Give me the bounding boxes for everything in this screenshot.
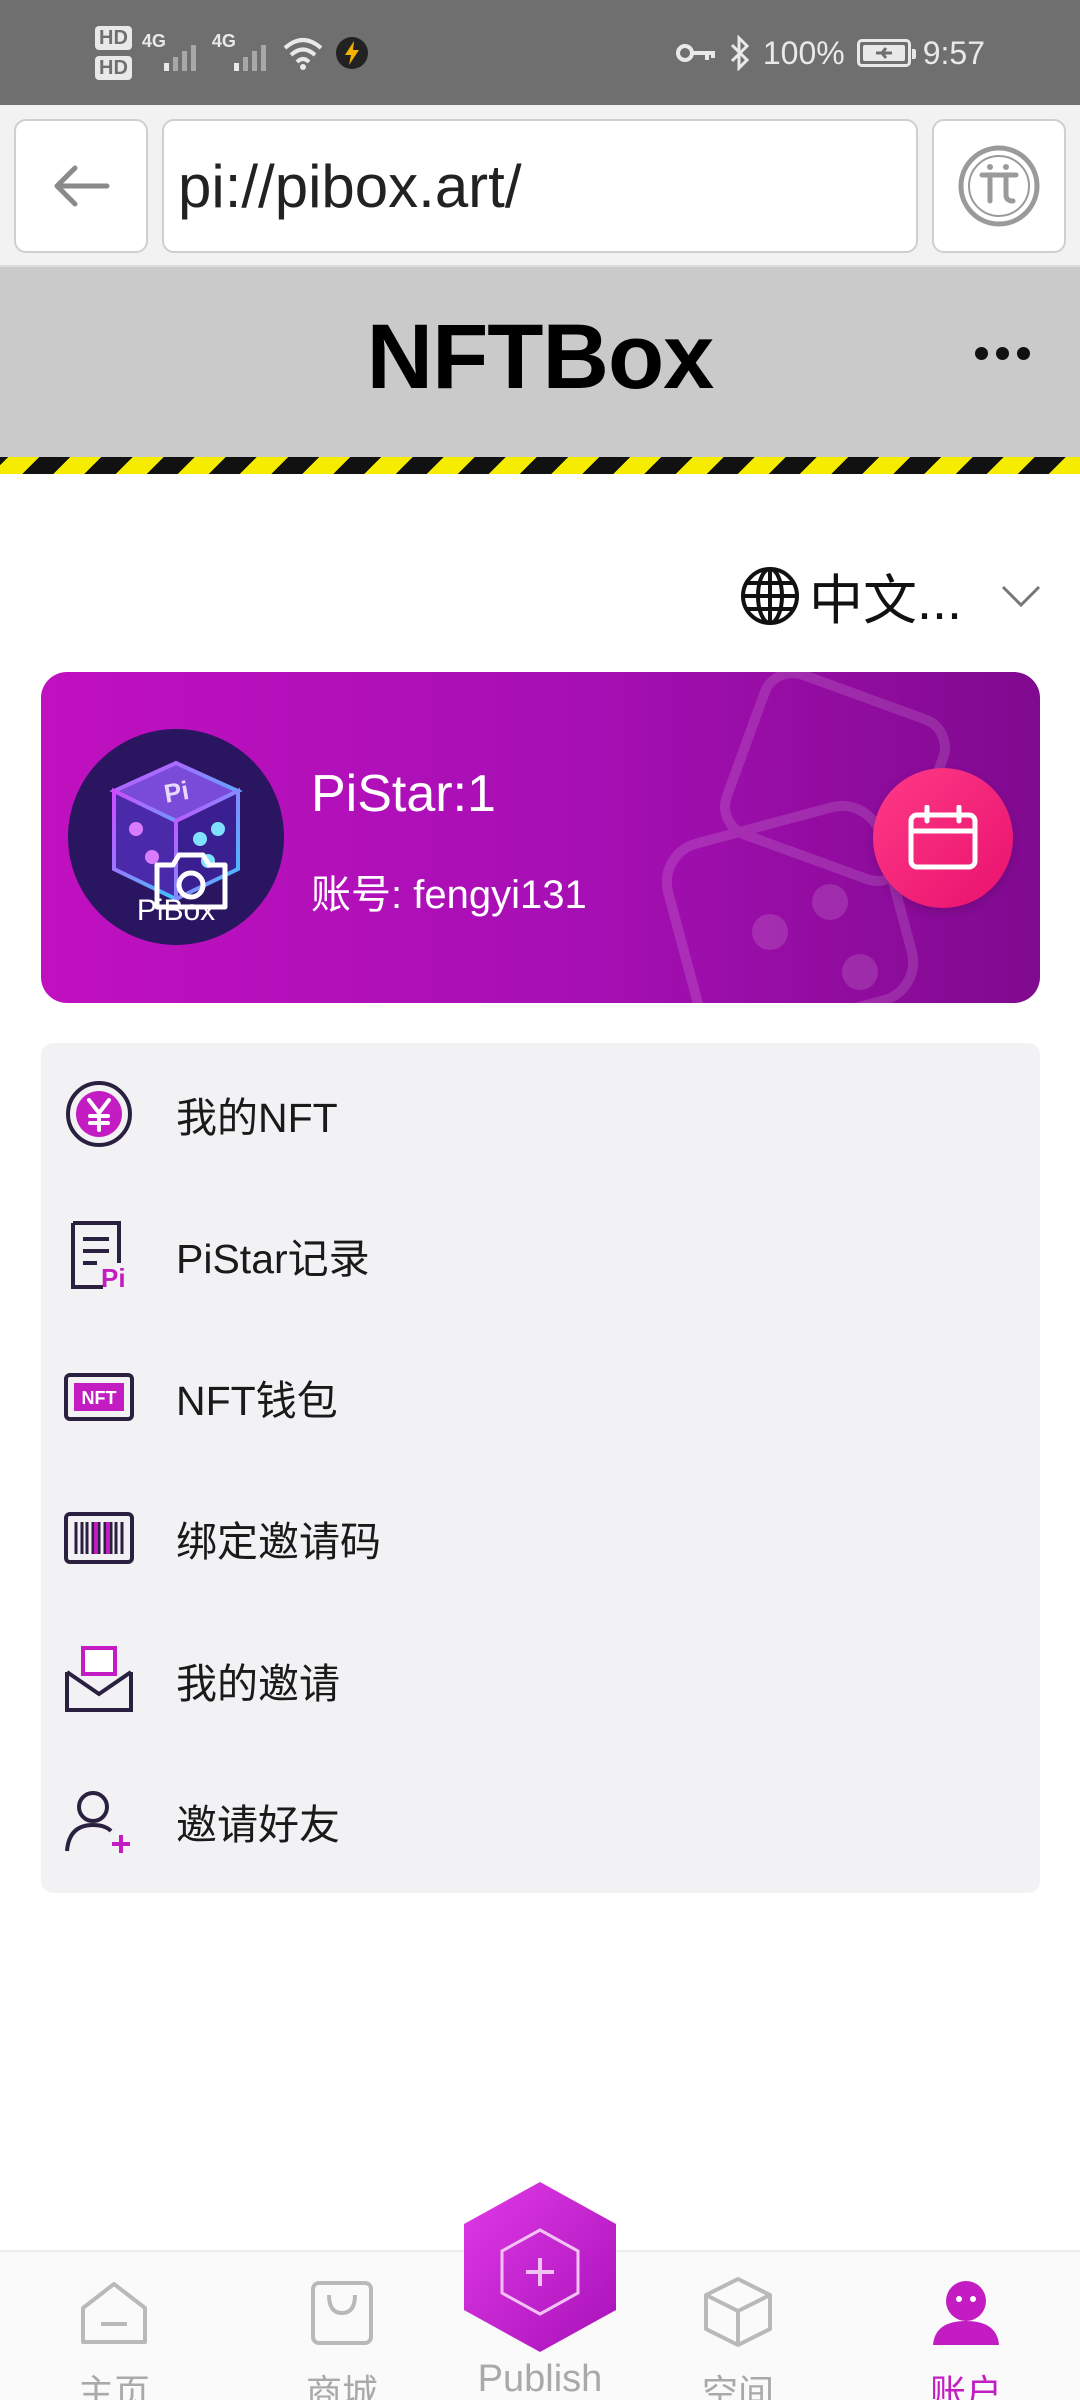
- nav-label-account: 账户: [929, 2372, 1002, 2400]
- network-type-1: 4G: [141, 31, 166, 51]
- yen-coin-icon: [63, 1078, 135, 1150]
- sim-indicators: HD HD: [95, 26, 132, 80]
- menu-item-my-nft[interactable]: 我的NFT: [41, 1043, 1040, 1185]
- menu-item-my-invitations[interactable]: 我的邀请: [41, 1609, 1040, 1751]
- key-icon: [675, 44, 715, 62]
- profile-card: Pi PiBox PiStar:1 账号: fengyi131: [41, 672, 1040, 1003]
- clock: 9:57: [922, 34, 985, 71]
- nav-label-home: 主页: [77, 2372, 150, 2400]
- check-in-button[interactable]: [873, 768, 1013, 908]
- menu-item-label: 我的NFT: [176, 1094, 338, 1141]
- menu-item-nft-wallet[interactable]: NFT NFT钱包: [41, 1326, 1040, 1468]
- pistar-balance: PiStar:1: [311, 765, 496, 823]
- back-button[interactable]: [14, 119, 148, 253]
- publish-button[interactable]: [458, 2178, 622, 2356]
- arrow-left-icon: [54, 165, 110, 207]
- charge-icon: [335, 37, 368, 69]
- nav-item-mall[interactable]: 商城: [262, 2272, 422, 2400]
- url-text: pi://pibox.art/: [178, 152, 522, 220]
- battery-icon: [856, 39, 916, 67]
- more-dots-icon[interactable]: [975, 347, 1030, 360]
- menu-item-label: 绑定邀请码: [176, 1519, 381, 1566]
- menu-item-label: 邀请好友: [176, 1802, 340, 1849]
- invitation-envelope-icon: [63, 1644, 135, 1716]
- menu-item-invite-friends[interactable]: 邀请好友: [41, 1751, 1040, 1893]
- signal-2-icon: 4G: [212, 31, 272, 75]
- cube-icon: [704, 2277, 772, 2347]
- bluetooth-icon: [730, 35, 749, 71]
- browser-bar: pi://pibox.art/: [0, 105, 1080, 267]
- signal-1-icon: 4G: [142, 31, 202, 75]
- barcode-icon: [63, 1502, 135, 1574]
- battery-percent: 100%: [762, 34, 845, 71]
- status-right: 100% 9:57: [675, 18, 985, 88]
- nav-item-space[interactable]: 空间: [658, 2272, 818, 2400]
- publish-label: Publish: [477, 2358, 603, 2400]
- network-type-2: 4G: [211, 31, 236, 51]
- svg-text:NFT: NFT: [82, 1388, 117, 1408]
- status-left: HD HD 4G 4G: [95, 18, 370, 88]
- menu-item-label: PiStar记录: [176, 1236, 370, 1283]
- menu-item-pistar-record[interactable]: Pi PiStar记录: [41, 1185, 1040, 1327]
- nft-wallet-icon: NFT: [63, 1361, 135, 1433]
- shopping-bag-icon: [311, 2281, 373, 2345]
- menu-item-label: NFT钱包: [176, 1377, 338, 1424]
- home-icon: [81, 2282, 147, 2344]
- chevron-down-icon: [1001, 585, 1041, 607]
- sim2-hd-badge: HD: [95, 56, 132, 80]
- sim1-hd-badge: HD: [95, 26, 132, 50]
- url-field[interactable]: pi://pibox.art/: [162, 119, 918, 253]
- language-selector[interactable]: 中文...: [739, 556, 1042, 635]
- account-id: 账号: fengyi131: [311, 873, 587, 917]
- add-user-icon: [63, 1785, 135, 1857]
- status-bar: HD HD 4G 4G 100% 9:57: [0, 0, 1080, 105]
- pi-browser-button[interactable]: [932, 119, 1066, 253]
- svg-text:Pi: Pi: [162, 775, 191, 809]
- nav-item-home[interactable]: 主页: [34, 2272, 194, 2400]
- nav-label-space: 空间: [701, 2372, 774, 2400]
- account-menu: 我的NFT Pi PiStar记录 NFT NFT钱包 绑定邀请码 我的邀请 邀…: [41, 1043, 1040, 1893]
- hazard-stripe-divider: [0, 457, 1080, 474]
- avatar-label: PiBox: [136, 894, 216, 927]
- avatar[interactable]: Pi PiBox: [68, 729, 284, 945]
- app-header: NFTBox: [0, 267, 1080, 457]
- wifi-icon: [283, 38, 323, 70]
- pi-record-icon: Pi: [63, 1219, 135, 1291]
- nav-item-account[interactable]: 账户: [886, 2272, 1046, 2400]
- page-title: NFTBox: [366, 306, 715, 408]
- pi-logo-icon: [958, 145, 1040, 227]
- svg-text:Pi: Pi: [101, 1263, 126, 1291]
- menu-item-label: 我的邀请: [176, 1660, 340, 1707]
- language-label: 中文...: [808, 571, 962, 631]
- nav-label-mall: 商城: [305, 2372, 378, 2400]
- account-icon: [933, 2281, 999, 2345]
- calendar-icon: [908, 805, 978, 870]
- globe-icon: [740, 566, 799, 625]
- menu-item-bind-invite-code[interactable]: 绑定邀请码: [41, 1468, 1040, 1610]
